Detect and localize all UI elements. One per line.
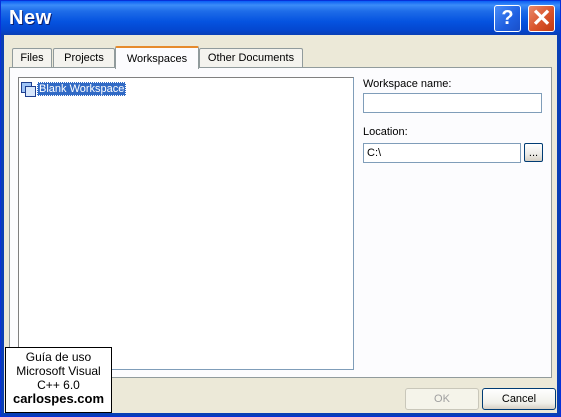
workspace-name-label: Workspace name: bbox=[363, 78, 452, 90]
tab-other-documents[interactable]: Other Documents bbox=[199, 48, 303, 67]
tab-projects[interactable]: Projects bbox=[53, 48, 115, 67]
watermark-line: Microsoft Visual bbox=[16, 364, 101, 378]
window-title: New bbox=[9, 7, 52, 29]
close-icon: ✕ bbox=[531, 5, 552, 32]
list-item-label: Blank Workspace bbox=[37, 82, 127, 96]
title-bar[interactable]: New ? ✕ bbox=[1, 1, 560, 35]
workspace-type-list[interactable]: Blank Workspace bbox=[18, 77, 354, 370]
window-border-left bbox=[1, 35, 4, 416]
tab-files[interactable]: Files bbox=[12, 48, 52, 67]
window-border-bottom bbox=[1, 413, 560, 416]
window-border-right bbox=[557, 35, 560, 416]
browse-button[interactable]: ... bbox=[524, 143, 543, 162]
list-item[interactable]: Blank Workspace bbox=[21, 81, 127, 97]
help-icon: ? bbox=[501, 7, 514, 29]
cancel-button[interactable]: Cancel bbox=[482, 388, 556, 410]
tab-workspaces[interactable]: Workspaces bbox=[115, 46, 199, 69]
close-button[interactable]: ✕ bbox=[528, 5, 555, 32]
ok-button[interactable]: OK bbox=[405, 388, 479, 410]
location-label: Location: bbox=[363, 126, 408, 138]
help-button[interactable]: ? bbox=[494, 5, 521, 32]
workspace-name-input[interactable] bbox=[363, 93, 542, 113]
watermark-line: C++ 6.0 bbox=[37, 378, 80, 392]
workspace-icon bbox=[21, 82, 36, 97]
watermark-badge: Guía de uso Microsoft Visual C++ 6.0 car… bbox=[5, 347, 112, 413]
watermark-site: carlospes.com bbox=[12, 391, 105, 406]
location-input[interactable] bbox=[363, 143, 521, 163]
watermark-line: Guía de uso bbox=[25, 350, 92, 364]
